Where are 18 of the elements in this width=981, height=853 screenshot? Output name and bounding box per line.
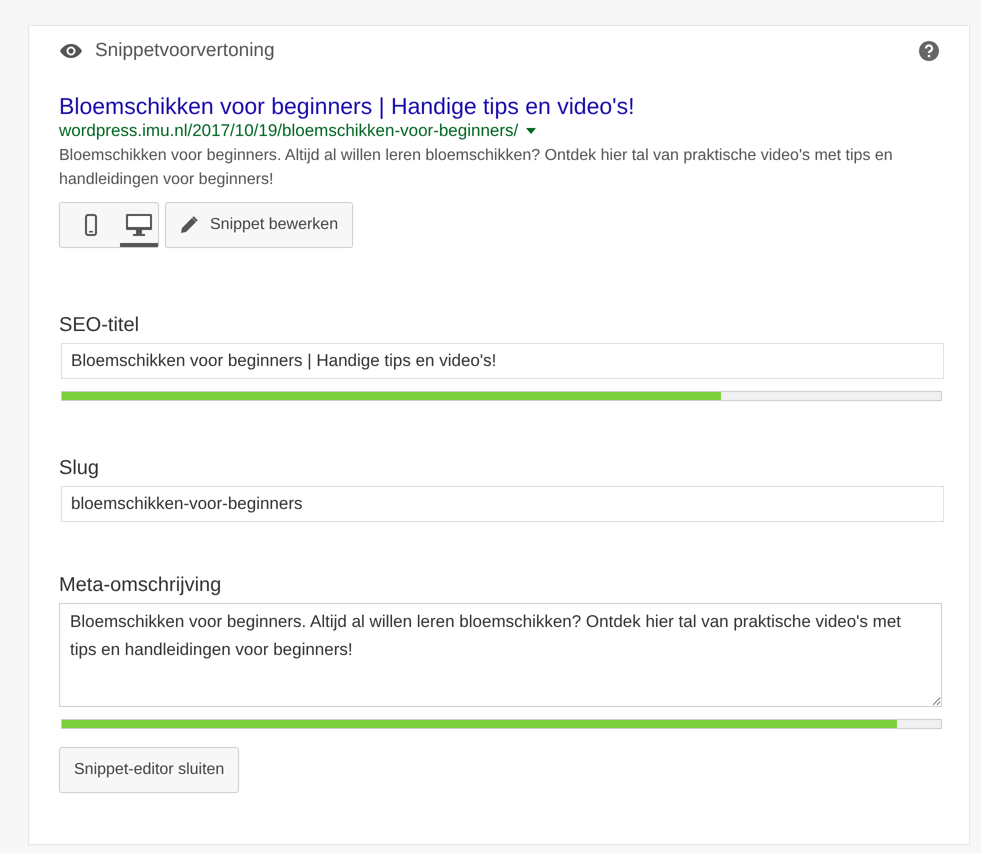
caret-icon[interactable] bbox=[526, 128, 536, 134]
description-field[interactable]: Bloemschikken voor beginners. Altijd al willen leren bloemschikken? Ontdek hier tal van praktische video's met tips en handleidingen voor beginners! bbox=[59, 603, 942, 707]
field-label: Meta-omschrijving bbox=[59, 574, 222, 597]
text-field[interactable]: Bloemschikken voor beginners | Handige tips en video's! bbox=[61, 343, 944, 379]
close-editor-button[interactable]: Snippet-editor sluiten bbox=[59, 747, 240, 793]
snippet-title-link[interactable]: Bloemschikken voor beginners | Handige tips en video's! bbox=[59, 92, 939, 120]
monitor-icon bbox=[126, 214, 152, 236]
field-label: Slug bbox=[59, 457, 100, 480]
help-icon[interactable] bbox=[919, 41, 939, 61]
panel-title: Snippetvoorvertoning bbox=[95, 40, 275, 62]
field-label: SEO-titel bbox=[59, 314, 140, 337]
smartphone-icon bbox=[85, 214, 97, 236]
edit-snippet-button[interactable]: Snippet bewerken bbox=[165, 202, 354, 248]
snippet-url: wordpress.imu.nl/2017/10/19/bloemschikken-voor-beginners/ bbox=[59, 120, 518, 142]
snippet-description: Bloemschikken voor beginners. Altijd al willen leren bloemschikken? Ontdek hier tal van praktische video's met tips en handleidingen voor beginners! bbox=[59, 146, 894, 190]
eye-icon bbox=[59, 43, 83, 59]
pencil-icon bbox=[180, 216, 198, 234]
text-field[interactable]: bloemschikken-voor-beginners bbox=[61, 486, 944, 522]
